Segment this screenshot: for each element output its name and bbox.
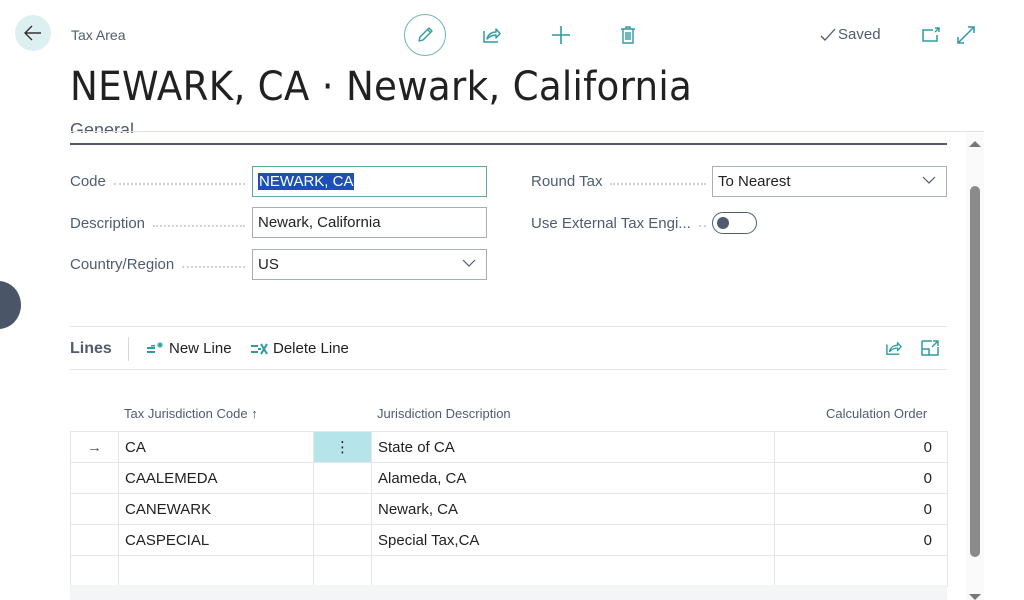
- page-title: NEWARK, CA · Newark, California: [70, 64, 693, 110]
- new-line-button[interactable]: New Line: [146, 340, 232, 357]
- calculation-order-cell[interactable]: 0: [774, 462, 948, 494]
- pencil-icon: [418, 27, 433, 42]
- lines-grid: → CA ⋮ State of CA 0 CAALEMEDA Alameda, CA 0 CAN…: [70, 431, 948, 587]
- calculation-order-cell[interactable]: 0: [774, 493, 948, 525]
- table-row[interactable]: CANEWARK Newark, CA 0: [70, 493, 948, 525]
- scrollbar-thumb[interactable]: [970, 186, 980, 557]
- lines-top-divider: [70, 326, 947, 327]
- calculation-order-cell[interactable]: 0: [774, 431, 948, 463]
- scroll-up-arrow[interactable]: [969, 141, 981, 147]
- arrow-left-icon: [24, 25, 41, 41]
- description-value: Newark, California: [258, 214, 381, 231]
- round-tax-value: To Nearest: [718, 173, 791, 190]
- share-button[interactable]: [480, 24, 504, 46]
- row-marker[interactable]: [70, 462, 119, 494]
- code-label: Code: [70, 173, 245, 190]
- table-row[interactable]: CASPECIAL Special Tax,CA 0: [70, 524, 948, 556]
- table-row[interactable]: → CA ⋮ State of CA 0: [70, 431, 948, 463]
- breadcrumb: Tax Area: [71, 27, 126, 43]
- column-header-jurisdiction-description[interactable]: Jurisdiction Description: [377, 406, 511, 421]
- table-row[interactable]: CAALEMEDA Alameda, CA 0: [70, 462, 948, 494]
- chevron-down-icon: [462, 259, 476, 267]
- expand-icon: [957, 26, 975, 44]
- grid-footer: [70, 585, 947, 600]
- row-marker[interactable]: →: [70, 431, 119, 463]
- header-divider: [70, 131, 984, 132]
- use-external-tax-engine-toggle[interactable]: [712, 212, 757, 234]
- saved-status: Saved: [820, 26, 881, 43]
- empty-cell[interactable]: [371, 555, 775, 587]
- jurisdiction-code-cell[interactable]: CANEWARK: [118, 493, 314, 525]
- row-marker[interactable]: [70, 493, 119, 525]
- checkmark-icon: [820, 28, 836, 41]
- lines-expand-button[interactable]: [920, 338, 940, 358]
- table-row-empty[interactable]: [70, 555, 948, 587]
- chevron-down-icon: [922, 176, 936, 184]
- expand-view-icon: [921, 340, 939, 356]
- jurisdiction-code-cell[interactable]: CAALEMEDA: [118, 462, 314, 494]
- share-icon: [886, 342, 902, 355]
- general-section-underline: [70, 143, 947, 145]
- country-region-select[interactable]: US: [252, 249, 487, 280]
- sort-ascending-icon: ↑: [251, 406, 258, 421]
- code-field[interactable]: NEWARK, CA: [252, 166, 487, 197]
- row-menu-cell[interactable]: [313, 462, 372, 494]
- country-region-value: US: [258, 256, 279, 273]
- expand-button[interactable]: [955, 24, 977, 46]
- delete-line-button[interactable]: Delete Line: [250, 340, 349, 357]
- saved-label: Saved: [838, 26, 881, 43]
- code-value: NEWARK, CA: [258, 173, 355, 190]
- calculation-order-cell[interactable]: 0: [774, 524, 948, 556]
- delete-line-icon: [251, 342, 268, 355]
- lines-separator: [128, 337, 129, 361]
- back-button[interactable]: [15, 15, 51, 51]
- open-in-new-window-icon: [922, 27, 940, 42]
- round-tax-select[interactable]: To Nearest: [712, 166, 947, 197]
- trash-icon: [621, 26, 635, 44]
- row-menu-cell[interactable]: [313, 524, 372, 556]
- side-panel-handle[interactable]: [0, 281, 21, 329]
- row-menu-cell[interactable]: [313, 493, 372, 525]
- description-label: Description: [70, 215, 245, 232]
- row-menu-cell[interactable]: ⋮: [313, 431, 372, 463]
- new-button[interactable]: [550, 24, 572, 46]
- empty-cell[interactable]: [118, 555, 314, 587]
- edit-button[interactable]: [404, 14, 446, 56]
- delete-button[interactable]: [618, 24, 638, 46]
- empty-cell[interactable]: [313, 555, 372, 587]
- jurisdiction-description-cell[interactable]: Special Tax,CA: [371, 524, 775, 556]
- share-icon: [483, 28, 501, 43]
- new-line-label: New Line: [169, 340, 232, 357]
- description-field[interactable]: Newark, California: [252, 207, 487, 238]
- country-region-label: Country/Region: [70, 256, 245, 273]
- jurisdiction-description-cell[interactable]: State of CA: [371, 431, 775, 463]
- column-header-tax-jurisdiction-code[interactable]: Tax Jurisdiction Code ↑: [124, 406, 258, 421]
- use-external-tax-engine-label: Use External Tax Engi...: [531, 215, 706, 232]
- jurisdiction-code-cell[interactable]: CA: [118, 431, 314, 463]
- scroll-down-arrow[interactable]: [969, 594, 981, 600]
- open-new-window-button[interactable]: [920, 25, 942, 45]
- new-line-icon: [147, 341, 163, 353]
- column-header-calculation-order[interactable]: Calculation Order: [826, 406, 927, 421]
- toggle-knob: [717, 217, 729, 229]
- row-marker[interactable]: [70, 524, 119, 556]
- jurisdiction-description-cell[interactable]: Newark, CA: [371, 493, 775, 525]
- lines-share-button[interactable]: [884, 338, 904, 358]
- empty-cell[interactable]: [70, 555, 119, 587]
- lines-toolbar-divider: [70, 369, 947, 370]
- plus-icon: [552, 26, 570, 44]
- jurisdiction-description-cell[interactable]: Alameda, CA: [371, 462, 775, 494]
- delete-line-label: Delete Line: [273, 340, 349, 357]
- empty-cell[interactable]: [774, 555, 948, 587]
- jurisdiction-code-cell[interactable]: CASPECIAL: [118, 524, 314, 556]
- round-tax-label: Round Tax: [531, 173, 706, 190]
- lines-title[interactable]: Lines: [70, 340, 112, 358]
